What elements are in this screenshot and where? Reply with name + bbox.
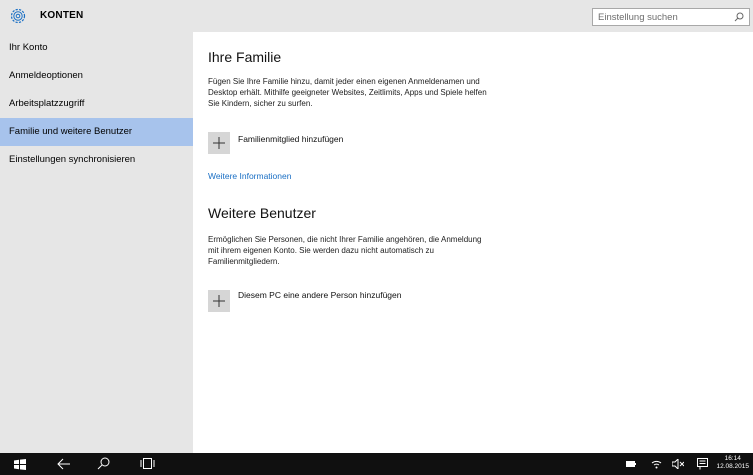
- other-users-description: Ermöglichen Sie Personen, die nicht Ihre…: [208, 235, 482, 266]
- clock-date: 12.08.2015: [716, 463, 749, 470]
- task-view-icon[interactable]: [140, 457, 155, 470]
- battery-icon[interactable]: [626, 461, 636, 467]
- plus-icon: [213, 295, 225, 307]
- clock[interactable]: 16:14 12.08.2015: [716, 455, 749, 471]
- title-bar: KONTEN Einstellung suchen: [0, 0, 753, 32]
- family-description: Fügen Sie Ihre Familie hinzu, damit jede…: [208, 77, 487, 108]
- sidebar-item-familie[interactable]: Familie und weitere Benutzer: [0, 118, 193, 146]
- page-title: KONTEN: [40, 10, 84, 21]
- add-family-member-button[interactable]: [208, 132, 230, 154]
- sidebar: Ihr Konto Anmeldeoptionen Arbeitsplatzzu…: [0, 32, 193, 453]
- wifi-icon[interactable]: [651, 458, 662, 469]
- sidebar-item-anmeldeoptionen[interactable]: Anmeldeoptionen: [0, 62, 193, 90]
- windows-start-icon[interactable]: [14, 459, 26, 470]
- sidebar-item-synchronisieren[interactable]: Einstellungen synchronisieren: [0, 146, 193, 174]
- add-family-member-label[interactable]: Familienmitglied hinzufügen: [238, 134, 343, 144]
- add-other-person-button[interactable]: [208, 290, 230, 312]
- family-heading: Ihre Familie: [208, 49, 282, 65]
- clock-time: 16:14: [724, 455, 741, 462]
- plus-icon: [213, 137, 225, 149]
- search-icon[interactable]: [97, 457, 110, 470]
- add-other-person-label[interactable]: Diesem PC eine andere Person hinzufügen: [238, 290, 402, 300]
- taskbar: 16:14 12.08.2015: [0, 453, 753, 475]
- sidebar-item-ihr-konto[interactable]: Ihr Konto: [0, 34, 193, 62]
- search-placeholder: Einstellung suchen: [598, 12, 678, 23]
- more-info-link[interactable]: Weitere Informationen: [208, 171, 291, 181]
- volume-muted-icon[interactable]: [672, 459, 684, 469]
- search-input[interactable]: Einstellung suchen: [592, 8, 750, 26]
- back-arrow-icon[interactable]: [57, 458, 71, 470]
- action-center-icon[interactable]: [697, 458, 708, 470]
- gear-icon: [10, 8, 26, 24]
- search-icon[interactable]: [733, 11, 745, 23]
- other-users-heading: Weitere Benutzer: [208, 205, 316, 221]
- main-content: Ihre Familie Fügen Sie Ihre Familie hinz…: [193, 32, 753, 453]
- sidebar-item-arbeitsplatzzugriff[interactable]: Arbeitsplatzzugriff: [0, 90, 193, 118]
